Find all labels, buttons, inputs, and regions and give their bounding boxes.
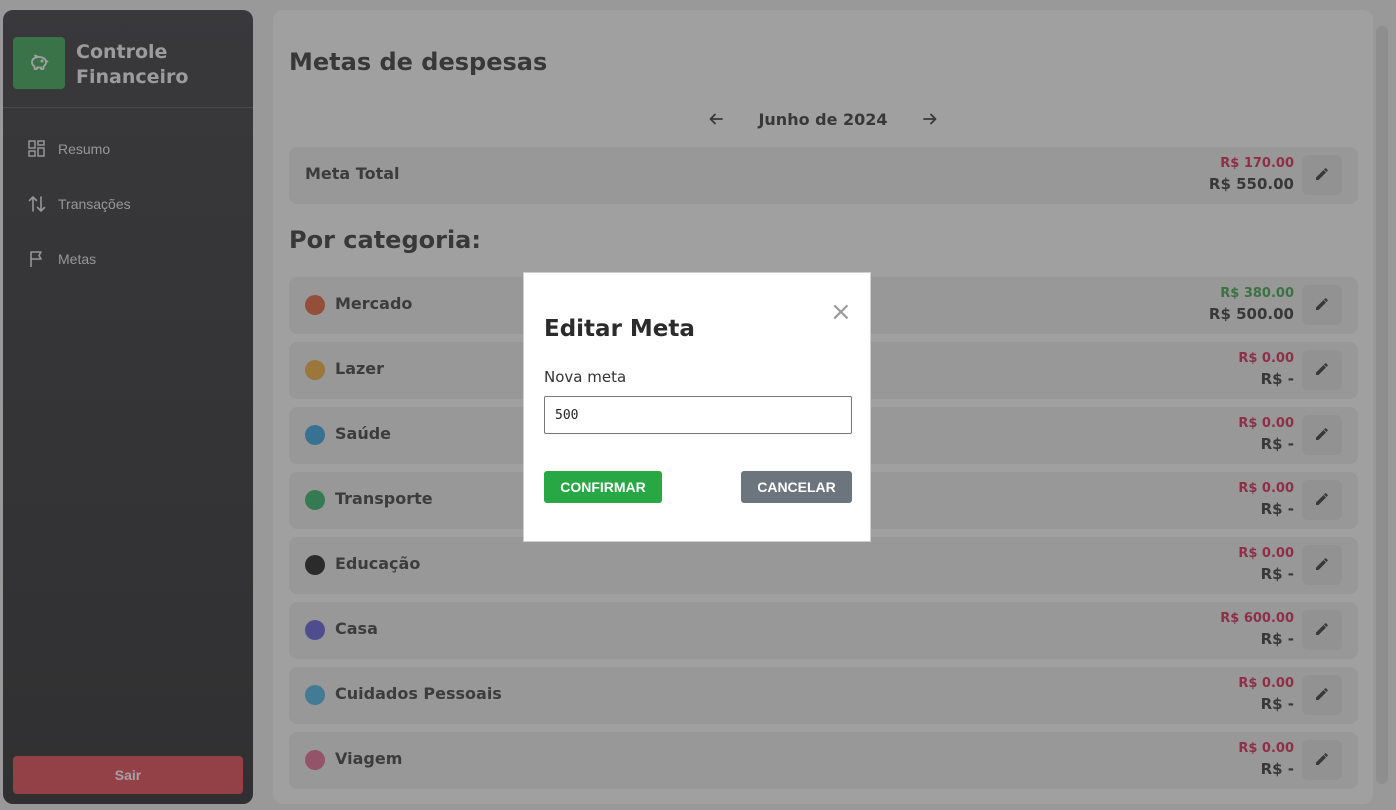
modal-title: Editar Meta (544, 316, 695, 342)
cancel-button[interactable]: CANCELAR (741, 471, 852, 503)
close-icon[interactable]: × (830, 299, 852, 325)
edit-goal-modal: × Editar Meta Nova meta CONFIRMAR CANCEL… (523, 272, 871, 542)
new-goal-label: Nova meta (544, 368, 627, 386)
new-goal-input[interactable] (544, 396, 852, 434)
confirm-button[interactable]: CONFIRMAR (544, 471, 662, 503)
